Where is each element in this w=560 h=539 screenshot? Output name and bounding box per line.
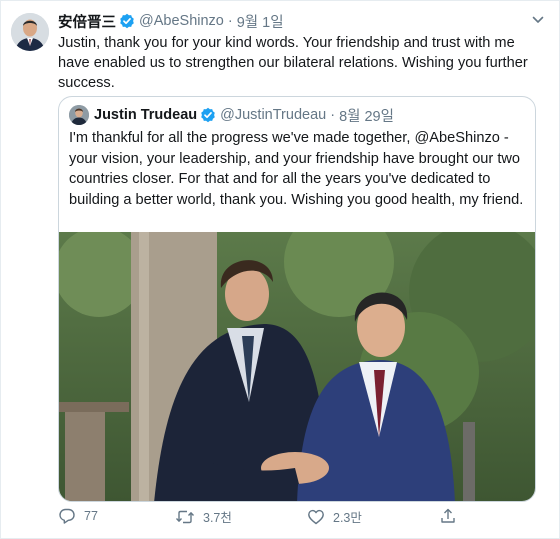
author-avatar[interactable]: [11, 13, 49, 51]
retweet-count: 3.7천: [203, 511, 232, 525]
tweet-header: 安倍晋三 @AbeShinzo · 9월 1일: [58, 11, 284, 31]
quoted-tweet-text: I'm thankful for all the progress we've …: [69, 130, 524, 208]
verified-badge-icon: [119, 13, 135, 29]
author-name[interactable]: 安倍晋三: [58, 11, 116, 32]
author-handle[interactable]: @AbeShinzo: [139, 13, 224, 29]
tweet-card[interactable]: 安倍晋三 @AbeShinzo · 9월 1일 Justin, thank yo…: [0, 0, 560, 539]
quoted-tweet-header: Justin Trudeau @JustinTrudeau · 8월 29일: [69, 105, 394, 125]
tweet-date[interactable]: 9월 1일: [237, 11, 284, 32]
verified-badge-icon: [200, 107, 216, 123]
header-separator: ·: [227, 13, 233, 29]
quoted-tweet[interactable]: Justin Trudeau @JustinTrudeau · 8월 29일 I…: [58, 96, 536, 502]
quoted-tweet-photo[interactable]: [59, 232, 535, 501]
reply-count: 77: [84, 509, 98, 523]
quoted-author-handle[interactable]: @JustinTrudeau: [220, 107, 326, 123]
chevron-down-icon[interactable]: [531, 13, 545, 27]
retweet-button[interactable]: 3.7천: [175, 507, 232, 526]
like-count: 2.3만: [333, 511, 362, 525]
reply-button[interactable]: 77: [58, 507, 98, 525]
quoted-author-avatar[interactable]: [69, 105, 89, 125]
heart-icon: [308, 509, 324, 524]
share-button[interactable]: [439, 507, 465, 525]
retweet-icon: [175, 510, 195, 523]
quoted-tweet-date[interactable]: 8월 29일: [339, 105, 394, 126]
tweet-actions: 77 3.7천 2.3만: [58, 507, 478, 529]
like-button[interactable]: 2.3만: [307, 507, 362, 526]
quoted-header-separator: ·: [330, 107, 336, 123]
reply-icon: [59, 508, 75, 524]
quoted-author-name[interactable]: Justin Trudeau: [94, 107, 197, 123]
tweet-text: Justin, thank you for your kind words. Y…: [58, 35, 528, 91]
share-icon: [441, 508, 455, 523]
